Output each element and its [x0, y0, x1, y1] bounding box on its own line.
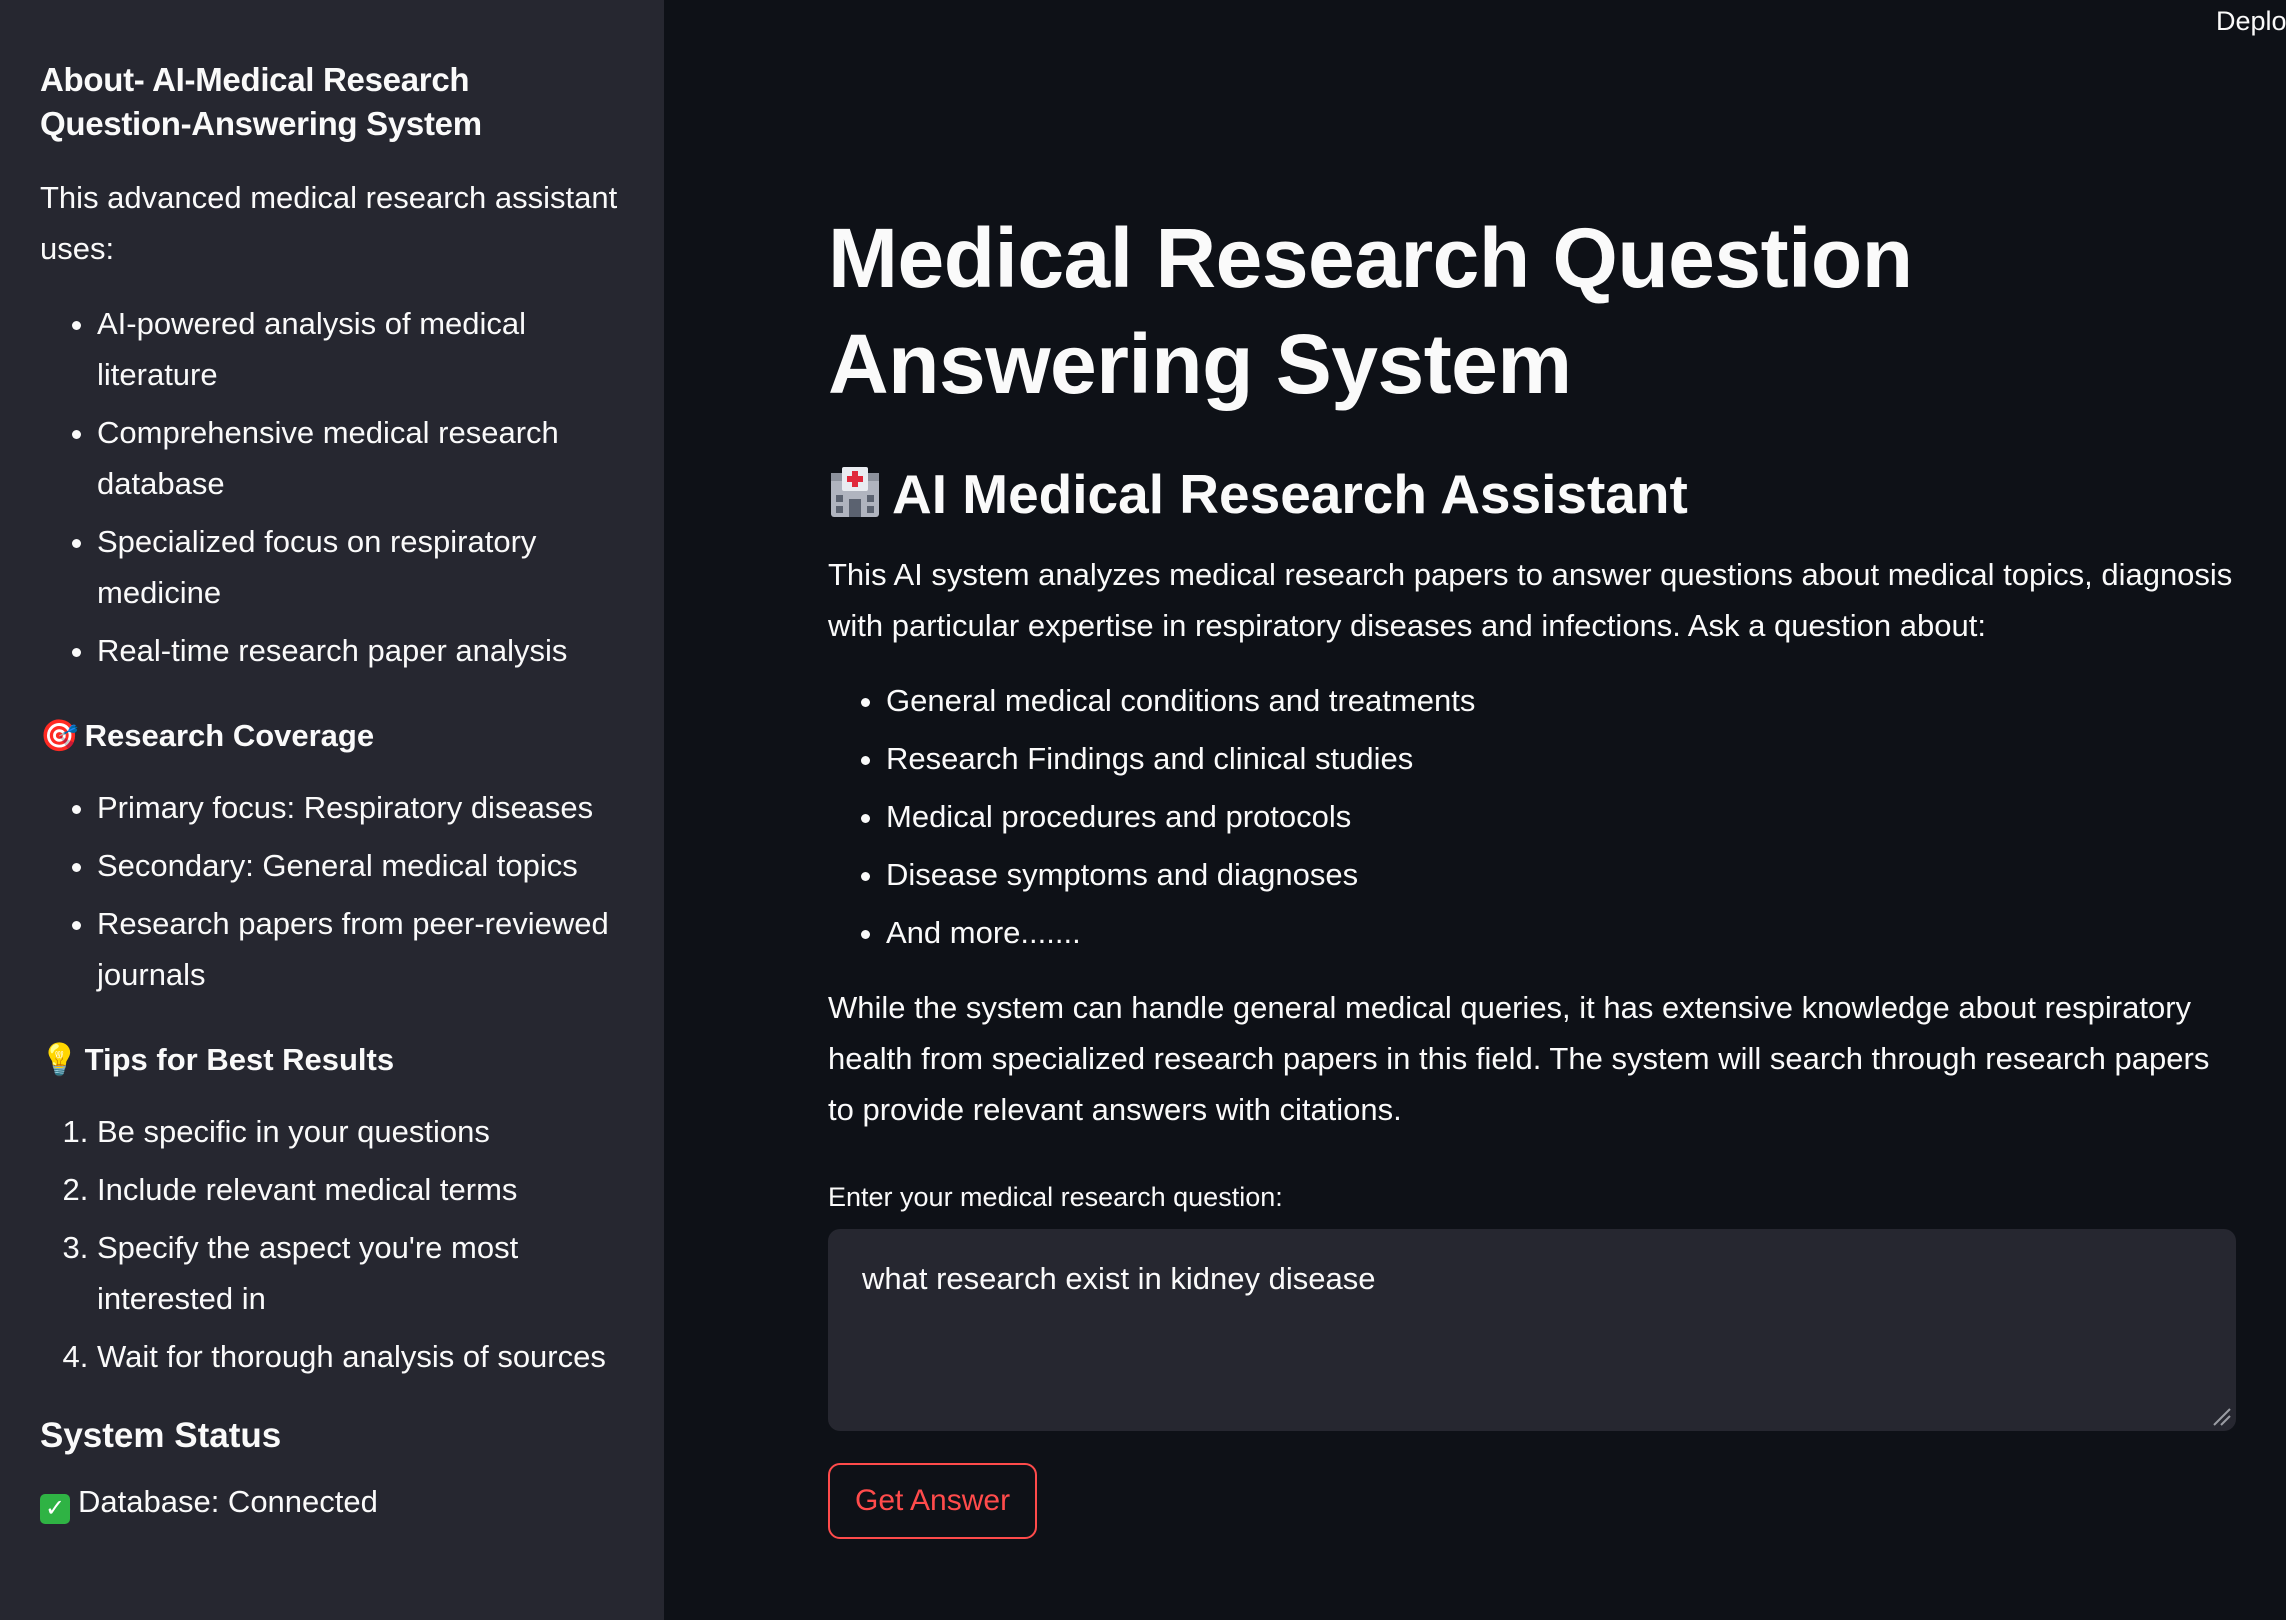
section-heading-label: AI Medical Research Assistant	[892, 463, 1688, 525]
tips-heading: 💡 Tips for Best Results	[40, 1040, 624, 1080]
list-item: Primary focus: Respiratory diseases	[97, 782, 624, 833]
question-label: Enter your medical research question:	[828, 1182, 1283, 1212]
list-item: Real-time research paper analysis	[97, 625, 624, 676]
get-answer-button[interactable]: Get Answer	[828, 1463, 1038, 1539]
list-item: Be specific in your questions	[97, 1106, 624, 1157]
list-item: Research Findings and clinical studies	[886, 733, 2236, 784]
list-item: AI-powered analysis of medical literatur…	[97, 298, 624, 400]
list-item: Disease symptoms and diagnoses	[886, 849, 2236, 900]
section-heading: AI Medical Research Assistant	[828, 459, 2236, 529]
list-item: Specialized focus on respiratory medicin…	[97, 516, 624, 618]
main-content: Medical Research Question Answering Syst…	[828, 0, 2236, 1539]
description-text: This AI system analyzes medical research…	[828, 557, 2233, 643]
coverage-list: Primary focus: Respiratory diseases Seco…	[40, 782, 624, 1000]
list-item: Wait for thorough analysis of sources	[97, 1331, 624, 1382]
sidebar: About- AI-Medical Research Question-Answ…	[0, 0, 664, 1620]
target-icon: 🎯	[40, 718, 79, 754]
list-item: Secondary: General medical topics	[97, 840, 624, 891]
list-item: Comprehensive medical research database	[97, 407, 624, 509]
list-item: Include relevant medical terms	[97, 1164, 624, 1215]
question-input-container: what research exist in kidney disease	[828, 1229, 2236, 1431]
list-item: Specify the aspect you're most intereste…	[97, 1222, 624, 1324]
list-item: Medical procedures and protocols	[886, 791, 2236, 842]
list-item: General medical conditions and treatment…	[886, 675, 2236, 726]
sidebar-intro: This advanced medical research assistant…	[40, 180, 618, 266]
list-item: Research papers from peer-reviewed journ…	[97, 898, 624, 1000]
hospital-icon	[831, 467, 879, 517]
sidebar-title: About- AI-Medical Research Question-Answ…	[40, 61, 482, 142]
check-icon: ✓	[40, 1494, 70, 1524]
tips-heading-label: Tips for Best Results	[84, 1042, 395, 1077]
coverage-heading: 🎯 Research Coverage	[40, 716, 624, 756]
resize-handle-icon[interactable]	[2210, 1405, 2232, 1427]
app-window: About- AI-Medical Research Question-Answ…	[0, 0, 2286, 1620]
database-status-label: Database: Connected	[78, 1484, 378, 1519]
page-title: Medical Research Question Answering Syst…	[828, 211, 1913, 411]
tips-list: Be specific in your questions Include re…	[40, 1106, 624, 1382]
lightbulb-icon: 💡	[40, 1042, 79, 1078]
database-status: ✓ Database: Connected	[40, 1482, 624, 1524]
features-list: AI-powered analysis of medical literatur…	[40, 298, 624, 676]
system-status-heading: System Status	[40, 1416, 282, 1455]
question-input[interactable]: what research exist in kidney disease	[862, 1259, 2202, 1401]
note-text: While the system can handle general medi…	[828, 990, 2210, 1127]
topics-list: General medical conditions and treatment…	[828, 675, 2236, 958]
coverage-heading-label: Research Coverage	[84, 718, 375, 753]
list-item: And more.......	[886, 907, 2236, 958]
